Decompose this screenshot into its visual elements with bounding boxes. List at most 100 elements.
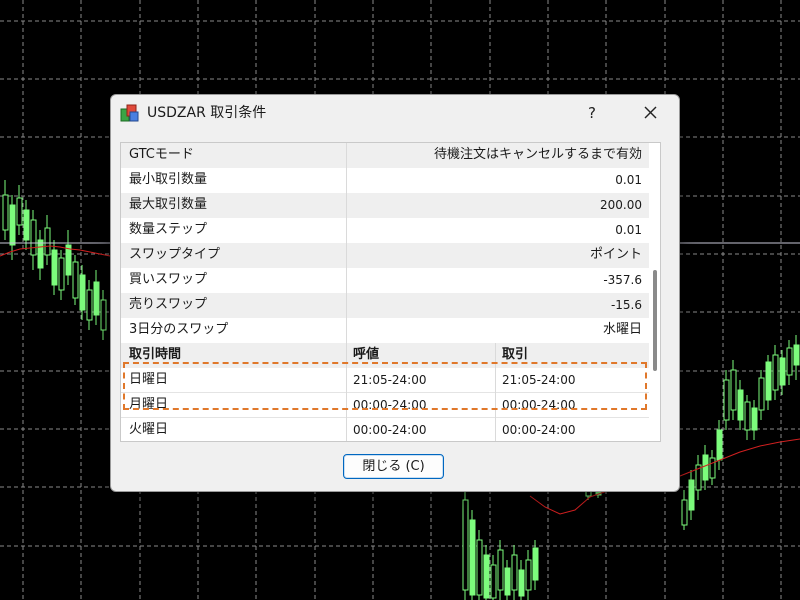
column-divider [495,343,496,368]
candle-body [688,479,695,511]
table-row-swap-long: 買いスワップ -357.6 [121,268,649,293]
candle-body [744,401,751,431]
candle-body [490,564,497,599]
property-value: -357.6 [603,273,642,287]
candle-body [462,499,469,591]
app-icon [120,104,139,122]
candle-body [23,209,30,241]
quote-hours: 21:05-24:00 [353,373,427,387]
column-divider [346,393,347,418]
column-header: 呼値 [353,347,380,362]
column-divider [346,168,347,193]
candle-body [793,344,800,366]
schedule-day: 日曜日 [129,372,169,387]
close-window-button[interactable] [635,101,665,125]
candle-body [51,249,58,286]
candle-body [79,274,86,311]
column-divider [346,193,347,218]
column-divider [346,268,347,293]
help-button[interactable]: ? [577,101,607,125]
column-divider [495,368,496,393]
property-name: 3日分のスワップ [129,322,229,337]
property-name: スワップタイプ [129,247,221,262]
specification-table[interactable]: GTCモード 待機注文はキャンセルするまで有効 最小取引数量 0.01 最大取引… [120,142,661,442]
column-divider [346,318,347,343]
candle-body [44,227,51,256]
property-value: 200.00 [600,198,642,212]
table-row: スワップタイプ ポイント [121,243,649,268]
trade-hours: 00:00-24:00 [502,423,576,437]
candle-body [716,429,723,461]
candle-body [702,454,709,481]
vertical-scrollbar[interactable] [650,143,660,441]
property-value: 水曜日 [602,322,642,337]
trade-hours: 00:00-24:00 [502,398,576,412]
candle-body [709,457,716,479]
candle-body [497,549,504,591]
column-divider [346,368,347,393]
property-value: -15.6 [610,298,642,312]
candle-body [9,204,16,246]
candle-body [476,539,483,596]
property-value: ポイント [589,247,642,262]
candle-body [532,547,539,581]
candle-body [681,499,688,526]
candle-body [469,519,476,596]
close-icon [644,106,656,119]
table-row: GTCモード 待機注文はキャンセルするまで有効 [121,143,649,168]
column-header: 取引 [502,347,529,362]
scrollbar-thumb[interactable] [653,270,657,371]
table-row: 最小取引数量 0.01 [121,168,649,193]
candle-body [37,239,44,269]
candle-body [779,357,786,386]
property-value: 待機注文はキャンセルするまで有効 [433,147,642,162]
candle-body [765,361,772,401]
candle-body [737,389,744,421]
schedule-header-row: 取引時間 呼値 取引 [121,343,649,368]
candle-body [772,354,779,391]
column-divider [346,243,347,268]
candle-body [504,567,511,596]
schedule-day: 月曜日 [129,397,169,412]
property-name: 最大取引数量 [129,197,208,212]
column-divider [346,343,347,368]
column-header: 取引時間 [129,347,182,362]
table-row: 数量ステップ 0.01 [121,218,649,243]
candle-body [100,299,107,331]
quote-hours: 00:00-24:00 [353,398,427,412]
candle-body [93,281,100,316]
candle-body [786,347,793,376]
table-row: 最大取引数量 200.00 [121,193,649,218]
column-divider [346,293,347,318]
column-divider [495,393,496,418]
candle-body [511,554,518,591]
schedule-day: 火曜日 [129,422,169,437]
close-dialog-button[interactable]: 閉じる (C) [343,454,444,479]
table-row: 3日分のスワップ 水曜日 [121,318,649,343]
candle-body [518,569,525,597]
candle-body [483,554,490,599]
property-name: 売りスワップ [129,297,208,312]
dialog-title: USDZAR 取引条件 [147,105,267,121]
candle-body [16,197,23,226]
symbol-specification-dialog: USDZAR 取引条件 ? GTCモード 待機注文はキャンセルするまで有効 最小… [110,94,680,492]
candle-body [723,379,730,421]
candle-body [30,219,37,256]
column-divider [346,143,347,168]
candle-body [2,194,9,231]
table-row: 月曜日 00:00-24:00 00:00-24:00 [121,393,649,418]
table-row: 日曜日 21:05-24:00 21:05-24:00 [121,368,649,393]
property-name: 買いスワップ [129,272,208,287]
title-bar[interactable]: USDZAR 取引条件 ? [111,95,679,131]
candle-body [751,407,758,431]
property-name: 数量ステップ [129,222,208,237]
property-value: 0.01 [615,173,642,187]
property-name: GTCモード [129,147,194,162]
table-row-swap-short: 売りスワップ -15.6 [121,293,649,318]
table-row: 火曜日 00:00-24:00 00:00-24:00 [121,418,649,441]
candle-body [525,559,532,591]
column-divider [346,418,347,441]
property-value: 0.01 [615,223,642,237]
candle-body [86,289,93,321]
column-divider [346,218,347,243]
